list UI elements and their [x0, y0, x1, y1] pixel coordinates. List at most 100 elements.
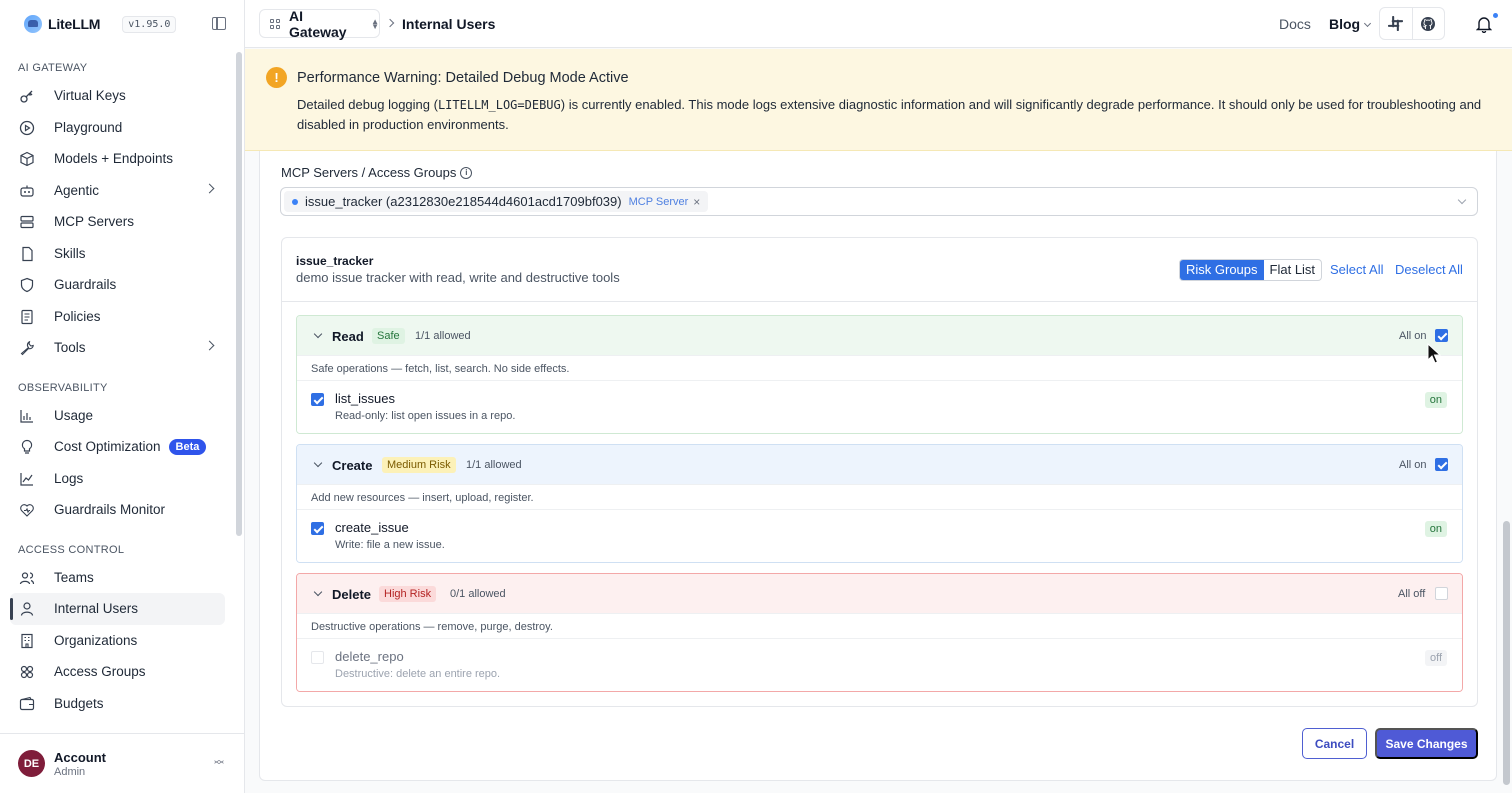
- tool-description: Read-only: list open issues in a repo.: [335, 410, 516, 422]
- deselect-all-button[interactable]: Deselect All: [1395, 262, 1463, 277]
- sidebar-item-label: Usage: [54, 407, 94, 423]
- team-icon: [19, 571, 35, 584]
- warning-title: Performance Warning: Detailed Debug Mode…: [297, 70, 629, 86]
- section-title-observability: OBSERVABILITY: [18, 381, 108, 394]
- server-name: issue_tracker: [296, 254, 374, 268]
- sidebar-item-mcp-servers[interactable]: MCP Servers: [10, 206, 225, 238]
- blog-menu[interactable]: Blog: [1329, 16, 1372, 32]
- page-scrollbar-thumb[interactable]: [1503, 521, 1510, 785]
- sidebar-item-agentic[interactable]: Agentic: [10, 175, 225, 207]
- sidebar-item-guardrails[interactable]: Guardrails: [10, 269, 225, 301]
- risk-group-header[interactable]: Delete High Risk 0/1 allowed All off: [297, 574, 1462, 613]
- select-all-button[interactable]: Select All: [1330, 262, 1383, 277]
- info-icon[interactable]: i: [460, 166, 473, 179]
- bank-icon: [21, 633, 33, 648]
- tool-row: list_issues Read-only: list open issues …: [297, 381, 1462, 433]
- sidebar-item-label: Tools: [54, 340, 86, 356]
- chevron-up-down-icon: ︿ ﹀: [214, 755, 224, 772]
- chevron-down-icon: [1364, 19, 1372, 28]
- tool-row: create_issue Write: file a new issue. on: [297, 510, 1462, 562]
- sidebar-item-label: Teams: [54, 569, 94, 585]
- tag-kind: MCP Server: [628, 195, 689, 208]
- tool-state-badge: on: [1424, 392, 1447, 408]
- account-menu[interactable]: DE Account Admin ︿ ﹀: [0, 733, 244, 793]
- sidebar-item-internal-users[interactable]: Internal Users: [10, 593, 225, 625]
- view-risk-groups-button[interactable]: Risk Groups: [1180, 260, 1264, 280]
- sidebar-scrollbar[interactable]: [235, 48, 243, 733]
- sidebar-item-guardrails-monitor[interactable]: Guardrails Monitor: [10, 494, 225, 526]
- sidebar-item-tools[interactable]: Tools: [10, 332, 225, 364]
- sidebar-item-organizations[interactable]: Organizations: [10, 625, 225, 657]
- cluster-icon: [20, 665, 34, 679]
- tool-state-badge: off: [1424, 650, 1447, 666]
- robot-icon: [20, 185, 34, 197]
- tool-description: Write: file a new issue.: [335, 539, 445, 551]
- version-badge: v1.95.0: [122, 15, 177, 33]
- sidebar-item-models-endpoints[interactable]: Models + Endpoints: [10, 143, 225, 175]
- risk-group-description: Destructive operations — remove, purge, …: [297, 613, 1462, 639]
- sidebar-collapse-icon[interactable]: [212, 17, 226, 30]
- tool-checkbox[interactable]: [311, 651, 324, 664]
- notification-dot: [1493, 13, 1498, 18]
- close-icon[interactable]: ×: [693, 195, 700, 209]
- slack-icon: [1388, 16, 1404, 31]
- edit-user-form: MCP Servers / Access Groups i issue_trac…: [259, 151, 1497, 781]
- risk-group-header[interactable]: Read Safe 1/1 allowed All on: [297, 316, 1462, 355]
- grid-icon: [270, 18, 280, 29]
- document-icon: [21, 309, 33, 324]
- breadcrumb-current: Internal Users: [402, 16, 496, 32]
- brand-name: LiteLLM: [48, 16, 101, 32]
- risk-group-name: Read: [332, 329, 364, 344]
- risk-badge: Safe: [372, 328, 405, 344]
- warning-icon: !: [266, 67, 287, 88]
- allowed-count: 0/1 allowed: [450, 588, 506, 600]
- gateway-label: AI Gateway: [289, 7, 347, 40]
- mcp-servers-select[interactable]: issue_tracker (a2312830e218544d4601acd17…: [280, 187, 1478, 216]
- github-button[interactable]: [1413, 8, 1445, 39]
- brand[interactable]: LiteLLM v1.95.0: [0, 0, 244, 48]
- section-title-ai-gateway: AI GATEWAY: [18, 62, 88, 74]
- view-mode-toggle: Risk Groups Flat List: [1179, 259, 1323, 281]
- sidebar-item-logs[interactable]: Logs: [10, 463, 225, 495]
- group-toggle-label: All on: [1399, 459, 1427, 471]
- sidebar-item-usage[interactable]: Usage: [10, 400, 225, 432]
- risk-group-name: Delete: [332, 587, 372, 602]
- sidebar-item-label: Organizations: [54, 632, 138, 648]
- tool-name: create_issue: [335, 520, 409, 535]
- docs-link[interactable]: Docs: [1279, 16, 1311, 32]
- tool-state-badge: on: [1424, 521, 1447, 537]
- tool-checkbox[interactable]: [311, 522, 324, 535]
- gateway-selector[interactable]: AI Gateway ▲ ▼: [259, 7, 380, 40]
- blog-label: Blog: [1329, 16, 1361, 32]
- debug-warning-banner: ! Performance Warning: Detailed Debug Mo…: [245, 49, 1512, 151]
- chevron-down-icon[interactable]: [313, 458, 323, 468]
- sidebar-item-skills[interactable]: Skills: [10, 238, 225, 270]
- view-flat-list-button[interactable]: Flat List: [1264, 260, 1322, 280]
- group-checkbox[interactable]: [1435, 329, 1448, 342]
- save-changes-button[interactable]: Save Changes: [1375, 728, 1478, 759]
- sidebar-item-virtual-keys[interactable]: Virtual Keys: [10, 80, 225, 112]
- sidebar-item-policies[interactable]: Policies: [10, 301, 225, 333]
- topbar: AI Gateway ▲ ▼ Internal Users Docs Blog: [245, 0, 1512, 48]
- tool-checkbox[interactable]: [311, 393, 324, 406]
- sidebar-item-playground[interactable]: Playground: [10, 112, 225, 144]
- sidebar-scrollbar-thumb[interactable]: [236, 52, 242, 536]
- cancel-button[interactable]: Cancel: [1302, 728, 1367, 759]
- sidebar-item-label: Logs: [54, 470, 84, 486]
- risk-group-description: Safe operations — fetch, list, search. N…: [297, 355, 1462, 381]
- bell-icon[interactable]: [1476, 15, 1492, 33]
- chevron-down-icon[interactable]: [313, 587, 323, 597]
- sidebar-item-budgets[interactable]: Budgets: [10, 688, 225, 720]
- sidebar-item-access-groups[interactable]: Access Groups: [10, 656, 225, 688]
- group-checkbox[interactable]: [1435, 458, 1448, 471]
- slack-button[interactable]: [1380, 8, 1413, 39]
- group-checkbox[interactable]: [1435, 587, 1448, 600]
- chevron-down-icon: [1457, 195, 1467, 205]
- play-circle-icon: [19, 120, 35, 135]
- sidebar-item-cost-optimization[interactable]: Cost Optimization Beta: [10, 431, 225, 463]
- risk-group-header[interactable]: Create Medium Risk 1/1 allowed All on: [297, 445, 1462, 484]
- wallet-icon: [19, 696, 35, 710]
- sidebar-item-teams[interactable]: Teams: [10, 562, 225, 594]
- chevron-down-icon[interactable]: [313, 329, 323, 339]
- account-name: Account: [54, 749, 106, 765]
